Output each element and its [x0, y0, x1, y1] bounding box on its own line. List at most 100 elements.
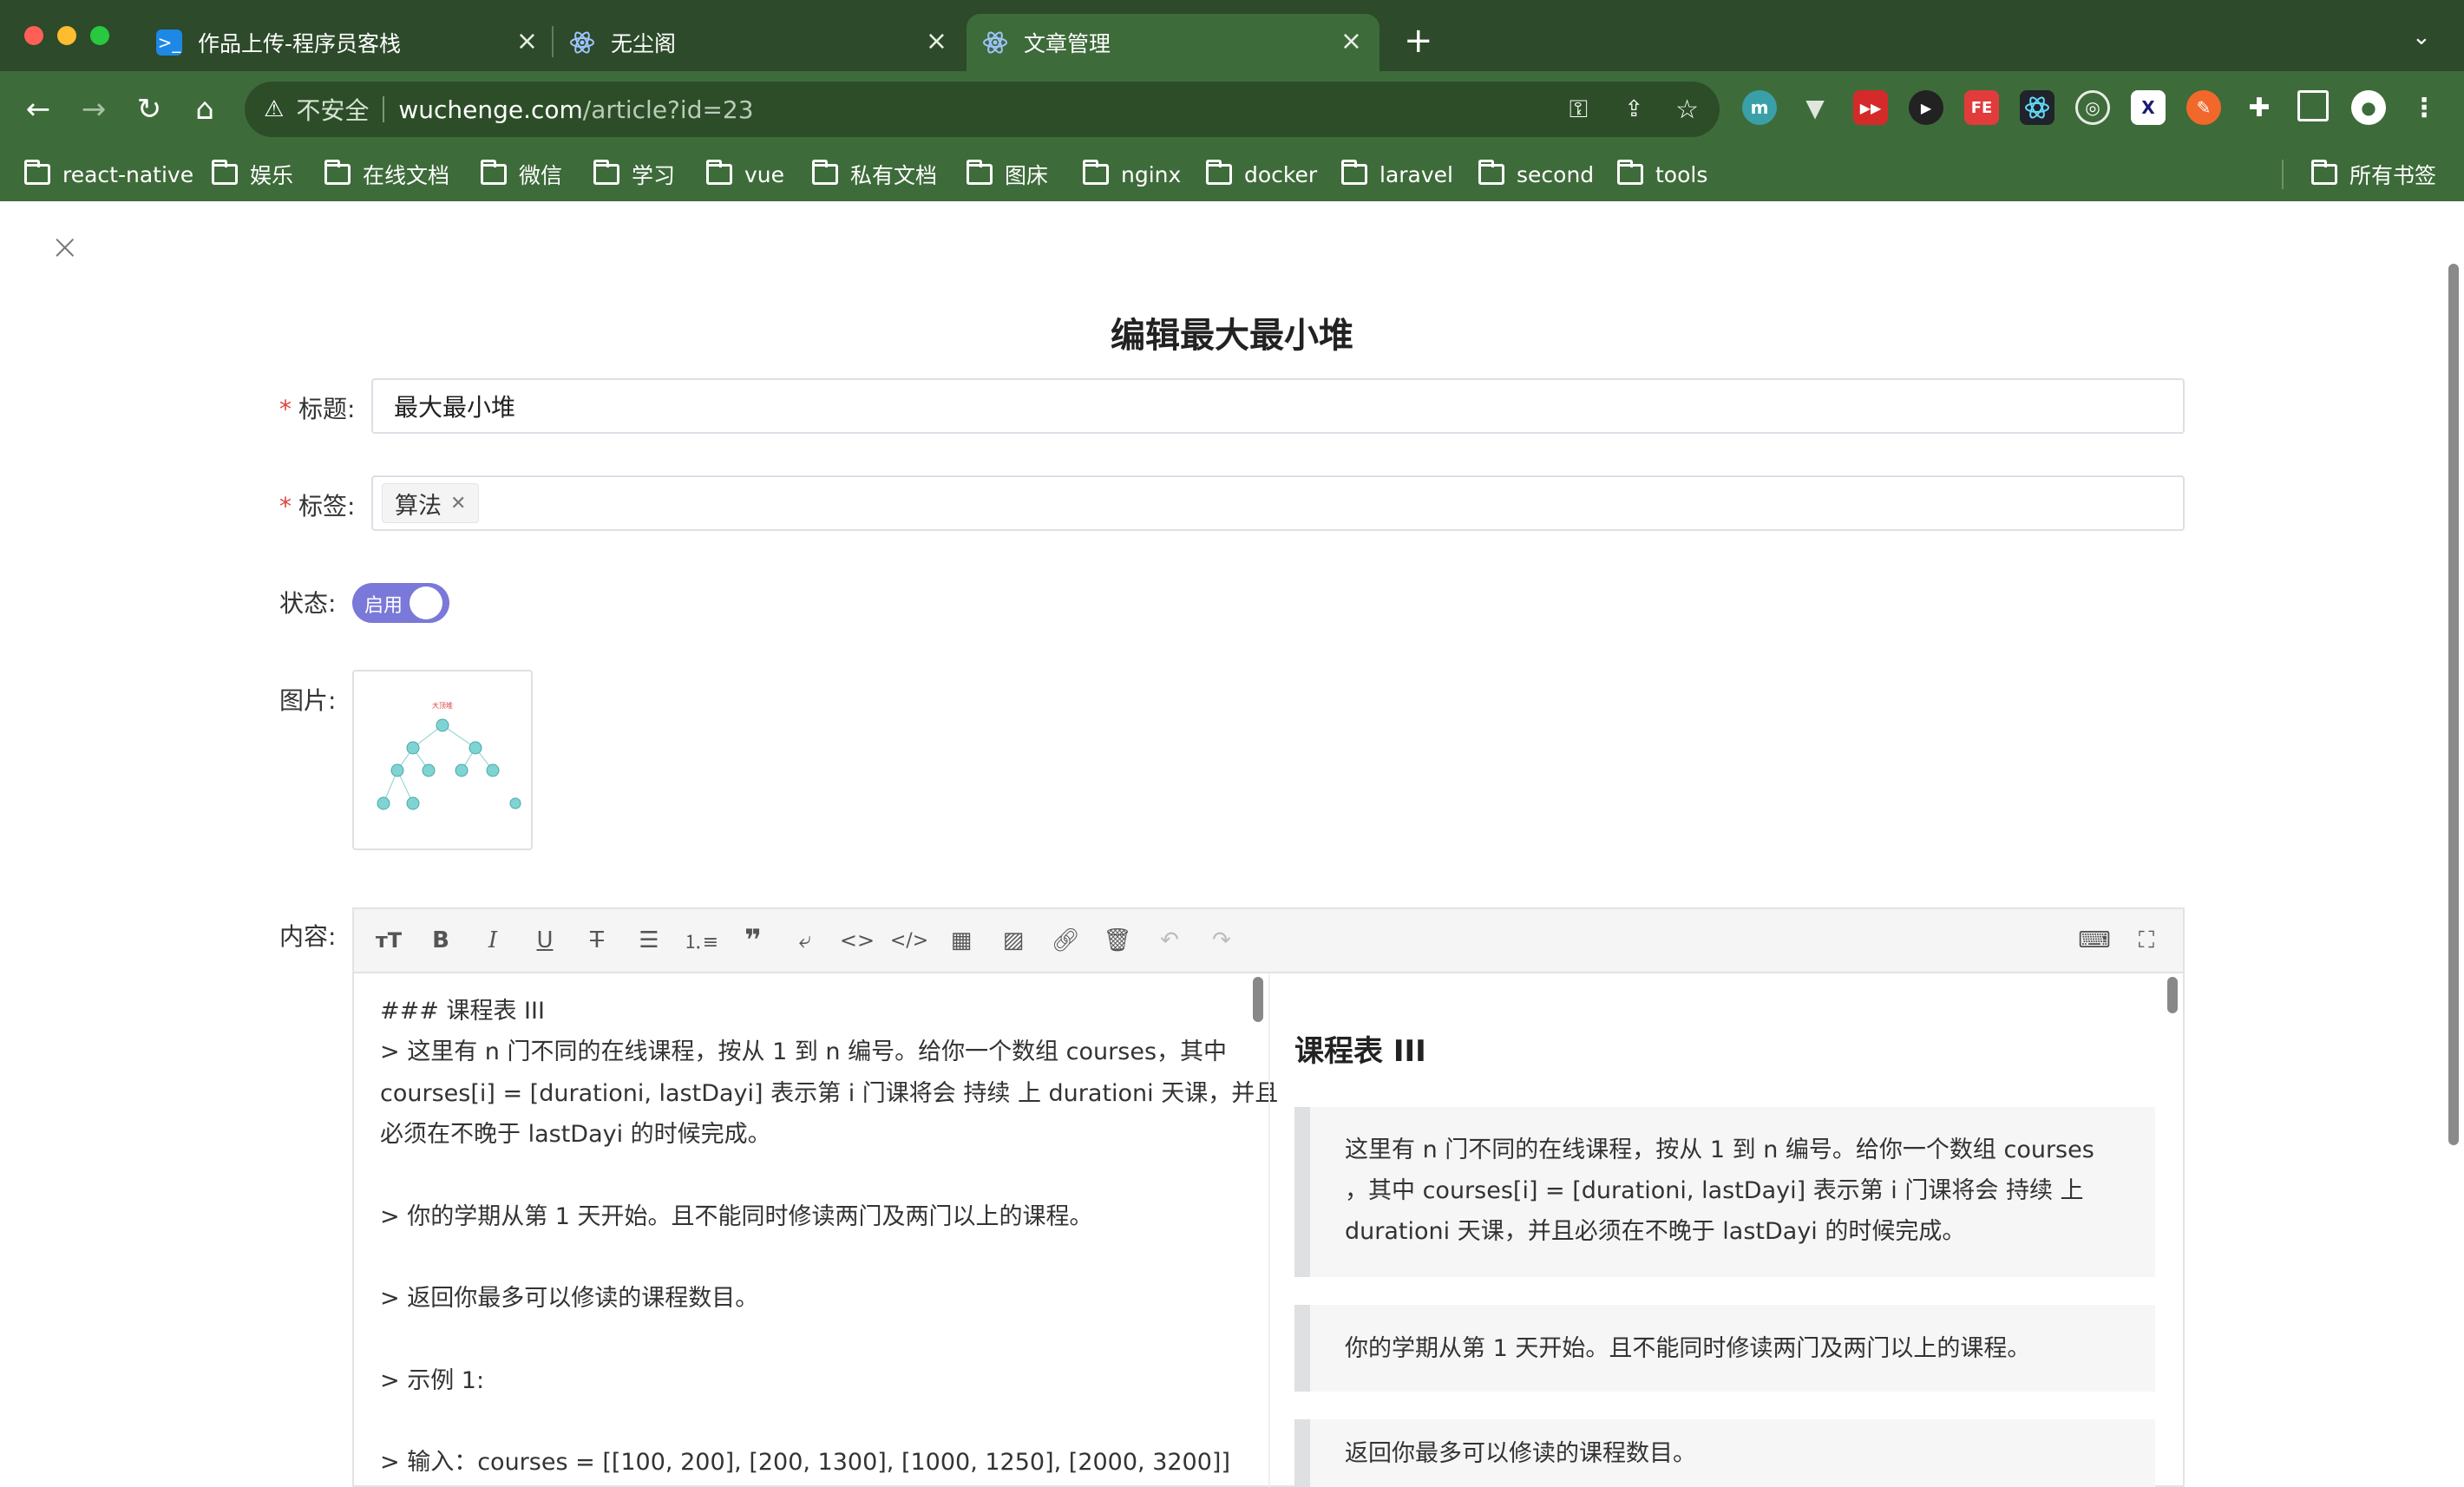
image-caption: 大顶堆	[432, 701, 453, 710]
reload-icon[interactable]: ↻	[128, 88, 170, 130]
bookmark-0[interactable]: react-native	[24, 153, 193, 196]
tags-input[interactable]: 算法 ✕	[371, 475, 2185, 531]
bookmark-7[interactable]: 图床	[967, 153, 1048, 196]
bookmark-label: vue	[744, 161, 785, 187]
folder-icon	[1341, 160, 1367, 185]
extension-video-icon[interactable]: ▶▶	[1853, 90, 1888, 125]
image-icon[interactable]: ▨	[996, 923, 1031, 958]
bookmark-11[interactable]: second	[1478, 153, 1594, 196]
folder-icon	[2311, 160, 2337, 185]
quote-icon[interactable]: ❞	[736, 923, 770, 958]
close-dialog-icon[interactable]: ×	[50, 227, 80, 267]
source-line: > 输入：courses = [[100, 200], [200, 1300],…	[380, 1449, 1230, 1476]
link-icon[interactable]: 🔗︎	[1048, 923, 1083, 958]
keyboard-icon[interactable]: ⌨	[2077, 923, 2112, 958]
ordered-list-icon[interactable]: ⒈≡	[684, 923, 718, 958]
all-bookmarks[interactable]: 所有书签	[2311, 153, 2436, 196]
share-icon[interactable]: ⇪	[1624, 96, 1643, 122]
extensions-puzzle-icon[interactable]: ✚	[2242, 90, 2277, 125]
key-icon[interactable]: ⚿	[1569, 95, 1588, 124]
close-icon[interactable]: ×	[926, 26, 947, 56]
close-icon[interactable]: ×	[516, 26, 538, 56]
image-label: 图片:	[279, 686, 337, 715]
tab-search-chevron-icon[interactable]: ⌄	[2412, 24, 2431, 50]
minimize-window-button[interactable]	[57, 26, 76, 45]
source-scrollbar[interactable]	[1253, 977, 1263, 1022]
preview-quote-1: 这里有 n 门不同的在线课程，按从 1 到 n 编号。给你一个数组 course…	[1294, 1107, 2155, 1277]
status-switch-label: 启用	[364, 595, 403, 617]
profile-avatar-icon[interactable]: ●	[2351, 90, 2386, 125]
clear-icon[interactable]: 🗑︎	[1100, 923, 1135, 958]
bookmark-3[interactable]: 微信	[481, 153, 562, 196]
source-line: > 你的学期从第 1 天开始。且不能同时修读两门及两门以上的课程。	[380, 1203, 1093, 1230]
heap-diagram-image: 大顶堆	[377, 701, 521, 810]
italic-icon[interactable]: I	[475, 923, 510, 958]
tab-2-active[interactable]: 文章管理 ×	[967, 14, 1379, 71]
new-tab-icon[interactable]: +	[1404, 21, 1433, 61]
side-panel-icon[interactable]	[2297, 90, 2329, 121]
preview-heading: 课程表 III	[1294, 1034, 1426, 1069]
undo-icon[interactable]: ↶	[1152, 923, 1187, 958]
forward-icon[interactable]: →	[73, 88, 115, 130]
code-block-icon[interactable]: </>	[890, 923, 928, 958]
bookmark-1[interactable]: 娱乐	[212, 153, 293, 196]
source-line: > 示例 1:	[380, 1367, 485, 1394]
close-icon[interactable]: ×	[1340, 26, 1362, 56]
folder-icon	[24, 160, 50, 185]
folder-icon	[1083, 160, 1109, 185]
bookmark-5[interactable]: vue	[706, 153, 784, 196]
extension-x-icon[interactable]: X	[2131, 90, 2166, 125]
fullscreen-icon[interactable]: ⛶	[2129, 923, 2164, 958]
editor-divider	[1268, 973, 1270, 1487]
bookmark-8[interactable]: nginx	[1083, 153, 1181, 196]
folder-icon	[812, 160, 838, 185]
table-icon[interactable]: ▦	[944, 923, 979, 958]
bookmark-9[interactable]: docker	[1206, 153, 1317, 196]
folder-icon	[324, 160, 351, 185]
bookmark-12[interactable]: tools	[1617, 153, 1707, 196]
folder-icon	[481, 160, 507, 185]
more-menu-icon[interactable]: ⋮	[2407, 90, 2441, 125]
home-icon[interactable]: ⌂	[184, 88, 226, 130]
bookmark-4[interactable]: 学习	[593, 153, 675, 196]
maximize-window-button[interactable]	[90, 26, 109, 45]
back-icon[interactable]: ←	[17, 88, 59, 130]
bookmark-6[interactable]: 私有文档	[812, 153, 937, 196]
strikethrough-icon[interactable]: T	[580, 923, 614, 958]
title-input[interactable]: 最大最小堆	[371, 378, 2185, 434]
bookmark-star-icon[interactable]: ☆	[1675, 95, 1699, 125]
bookmark-label: 学习	[632, 163, 676, 188]
tag-chip: 算法 ✕	[382, 483, 480, 523]
bookmark-2[interactable]: 在线文档	[324, 153, 449, 196]
address-bar[interactable]: ⚠ 不安全 wuchenge.com /article?id=23 ⚿ ⇪ ☆	[245, 82, 1720, 137]
folder-icon	[967, 160, 993, 185]
extension-m-icon[interactable]: m	[1742, 90, 1777, 125]
redo-icon[interactable]: ↷	[1204, 923, 1239, 958]
close-window-button[interactable]	[24, 26, 43, 45]
tab-0[interactable]: >_ 作品上传-程序员客栈 ×	[147, 14, 555, 71]
page-scrollbar[interactable]	[2448, 264, 2459, 1145]
title-input-value: 最大最小堆	[394, 393, 516, 422]
image-thumbnail[interactable]: 大顶堆	[352, 670, 533, 850]
extension-orange-icon[interactable]: ✎	[2186, 90, 2221, 125]
extension-play-icon[interactable]: ▶	[1909, 90, 1943, 125]
tab-1[interactable]: 无尘阁 ×	[557, 14, 965, 71]
tag-remove-icon[interactable]: ✕	[450, 493, 466, 514]
wrap-icon[interactable]: ⤶	[788, 923, 822, 958]
folder-icon	[1478, 160, 1504, 185]
react-icon	[569, 29, 595, 56]
inline-code-icon[interactable]: <>	[840, 923, 875, 958]
extension-target-icon[interactable]: ◎	[2075, 90, 2110, 125]
extension-fe-icon[interactable]: FE	[1964, 90, 1999, 125]
bookmark-label: 图床	[1005, 163, 1049, 188]
bookmarks-divider	[2282, 160, 2284, 189]
heading-icon[interactable]: ᴛT	[371, 923, 406, 958]
extension-vue-icon[interactable]: ▼	[1798, 90, 1832, 125]
extension-react-icon[interactable]	[2020, 90, 2054, 125]
bold-icon[interactable]: B	[423, 923, 458, 958]
unordered-list-icon[interactable]: ☰	[632, 923, 666, 958]
preview-scrollbar[interactable]	[2167, 977, 2178, 1013]
source-line: > 这里有 n 门不同的在线课程，按从 1 到 n 编号。给你一个数组 cour…	[380, 1038, 1228, 1065]
bookmark-10[interactable]: laravel	[1341, 153, 1453, 196]
underline-icon[interactable]: U	[528, 923, 562, 958]
